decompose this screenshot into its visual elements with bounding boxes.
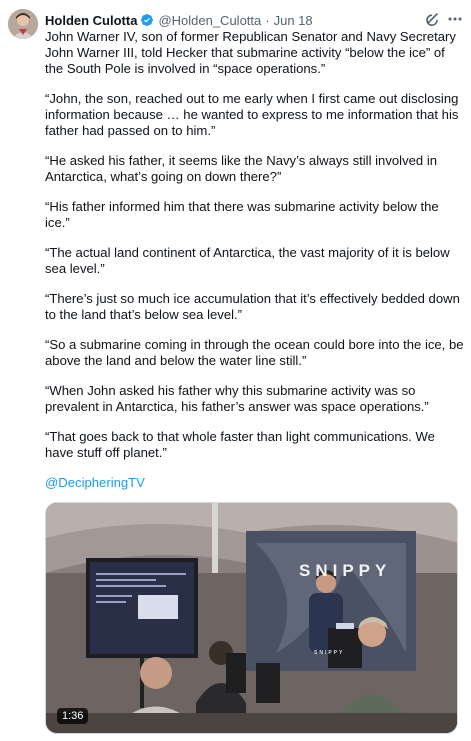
more-icon[interactable] [446, 11, 464, 27]
tweet-paragraph: “There’s just so much ice accumulation t… [45, 291, 460, 322]
tweet-header: Holden Culotta @Holden_Culotta · Jun 18 [45, 11, 313, 29]
tweet-paragraph: “That goes back to that whole faster tha… [45, 429, 435, 460]
tweet-paragraph: “John, the son, reached out to me early … [45, 91, 459, 138]
banner-text: SNIPPY [299, 561, 392, 580]
tweet-paragraph: John Warner IV, son of former Republican… [45, 29, 456, 76]
author-name[interactable]: Holden Culotta [45, 13, 137, 28]
tweet-text: John Warner IV, son of former Republican… [45, 29, 465, 503]
tweet-paragraph: “So a submarine coming in through the oc… [45, 337, 464, 368]
video-duration: 1:36 [57, 708, 89, 724]
author-handle[interactable]: @Holden_Culotta [158, 13, 261, 28]
separator-dot: · [265, 12, 270, 28]
mention-link[interactable]: @DecipheringTV [45, 475, 145, 490]
tweet-paragraph: “The actual land continent of Antarctica… [45, 245, 450, 276]
podium-text: SNIPPY [314, 650, 345, 656]
video-thumbnail [46, 503, 457, 733]
grok-icon[interactable] [425, 11, 441, 27]
tweet-paragraph: “His father informed him that there was … [45, 199, 439, 230]
video-player[interactable]: SNIPPY SNIPPY 1:36 [45, 502, 458, 734]
tweet-paragraph: “When John asked his father why this sub… [45, 383, 429, 414]
tweet-paragraph: “He asked his father, it seems like the … [45, 153, 438, 184]
avatar[interactable] [8, 9, 38, 39]
tweet[interactable]: Holden Culotta @Holden_Culotta · Jun 18 … [0, 0, 471, 741]
tweet-date[interactable]: Jun 18 [274, 13, 313, 28]
verified-badge-icon [141, 14, 154, 26]
